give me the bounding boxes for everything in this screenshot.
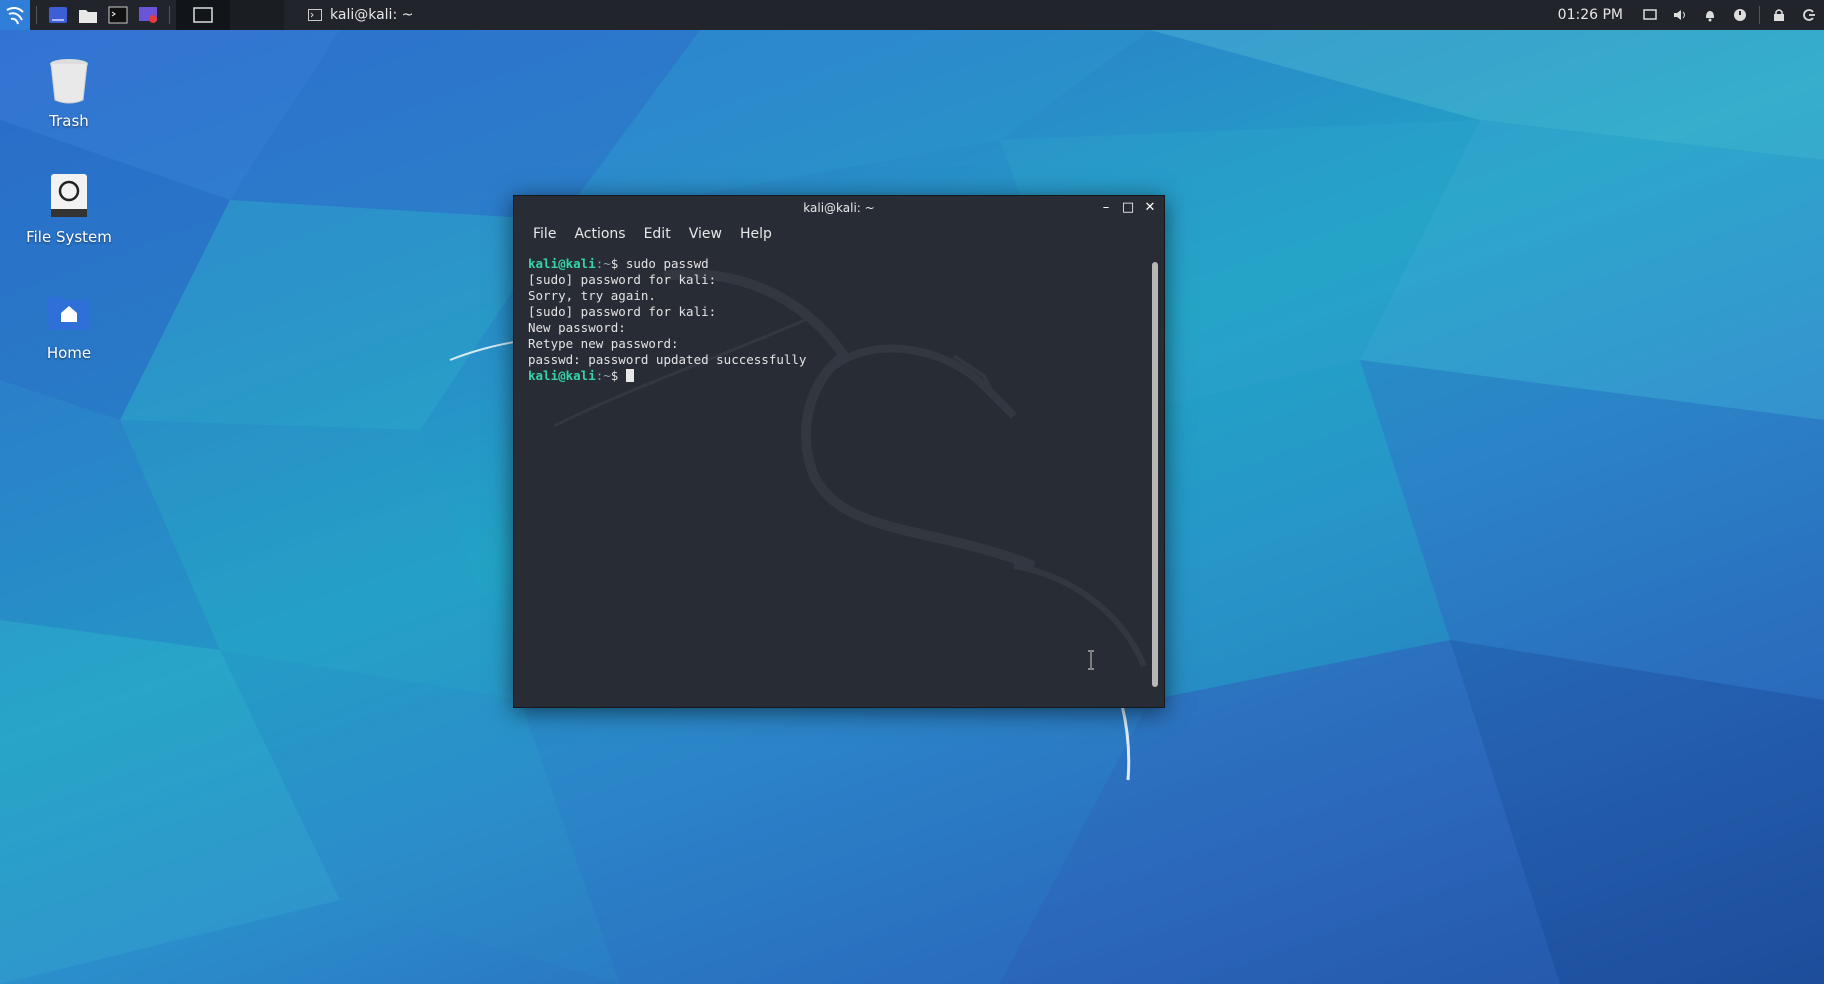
maximize-button[interactable]: □: [1120, 199, 1136, 215]
file-manager-launcher[interactable]: [75, 3, 101, 27]
folder-icon: [79, 10, 97, 23]
notification-bell-icon[interactable]: [1695, 0, 1725, 30]
terminal-line: New password:: [528, 320, 626, 335]
prompt-path: :~: [595, 256, 611, 271]
menu-file[interactable]: File: [524, 226, 565, 242]
window-controls: – □ ✕: [1098, 199, 1158, 215]
screen-recorder-launcher[interactable]: [135, 3, 161, 27]
terminal-output[interactable]: kali@kali:~$ sudo passwd [sudo] password …: [528, 256, 1140, 699]
logout-icon[interactable]: [1794, 0, 1824, 30]
taskbar-item-label: kali@kali: ~: [330, 7, 414, 23]
text-cursor: [625, 369, 634, 382]
tray-separator: [1759, 6, 1760, 24]
terminal-line: [sudo] password for kali:: [528, 272, 717, 287]
panel-separator: [36, 6, 37, 24]
kali-menu-button[interactable]: [0, 0, 30, 30]
home-folder-icon: [43, 286, 95, 338]
desktop-icon-label: File System: [26, 228, 112, 246]
desktop-icon-label: Trash: [49, 112, 89, 130]
volume-icon[interactable]: [1665, 0, 1695, 30]
terminal-line: [sudo] password for kali:: [528, 304, 717, 319]
taskbar-item-terminal[interactable]: kali@kali: ~: [298, 0, 423, 30]
workspace-2[interactable]: [230, 0, 284, 30]
command-text: sudo passwd: [625, 256, 709, 271]
terminal-line: kali@kali:~$ sudo passwd: [528, 256, 1140, 272]
workspace-1[interactable]: [176, 0, 230, 30]
terminal-menubar: File Actions Edit View Help: [514, 220, 1164, 248]
prompt-path: :~: [595, 368, 611, 383]
prompt-symbol: $: [610, 368, 626, 383]
clock[interactable]: 01:26 PM: [1558, 7, 1623, 23]
terminal-line: Retype new password:: [528, 336, 679, 351]
power-manager-icon[interactable]: [1725, 0, 1755, 30]
prompt-user: kali@kali: [528, 256, 596, 271]
terminal-line: kali@kali:~$: [528, 368, 1140, 384]
system-tray: 01:26 PM: [1558, 0, 1824, 30]
menu-actions[interactable]: Actions: [565, 226, 634, 242]
desktop-icon: [49, 7, 67, 23]
screenshot-icon: [139, 7, 157, 23]
window-titlebar[interactable]: kali@kali: ~ – □ ✕: [514, 196, 1164, 220]
scrollbar[interactable]: [1152, 262, 1158, 687]
terminal-line: Sorry, try again.: [528, 288, 656, 303]
terminal-launcher[interactable]: [105, 3, 131, 27]
terminal-icon: [108, 6, 128, 24]
panel-separator: [169, 6, 170, 24]
desktop-icon-file-system[interactable]: File System: [18, 170, 120, 246]
desktop-icon-label: Home: [46, 344, 92, 362]
prompt-symbol: $: [610, 256, 626, 271]
terminal-icon: [308, 9, 322, 21]
kali-logo-icon: [6, 6, 24, 25]
mouse-ibeam-cursor-icon: [1088, 650, 1094, 670]
window-title: kali@kali: ~: [803, 201, 875, 215]
desktop-icon-trash[interactable]: Trash: [18, 54, 120, 130]
desktop-icon-home[interactable]: Home: [18, 286, 120, 362]
minimize-button[interactable]: –: [1098, 199, 1114, 215]
top-panel: kali@kali: ~ 01:26 PM: [0, 0, 1824, 30]
menu-help[interactable]: Help: [731, 226, 781, 242]
trash-icon: [43, 54, 95, 106]
lock-icon[interactable]: [1764, 0, 1794, 30]
terminal-line: passwd: password updated successfully: [528, 352, 807, 367]
terminal-window[interactable]: kali@kali: ~ – □ ✕ File Actions Edit Vie…: [513, 195, 1165, 708]
close-button[interactable]: ✕: [1142, 199, 1158, 215]
show-desktop-launcher[interactable]: [45, 3, 71, 27]
drive-icon: [43, 170, 95, 222]
menu-edit[interactable]: Edit: [635, 226, 680, 242]
display-icon[interactable]: [1635, 0, 1665, 30]
menu-view[interactable]: View: [680, 226, 731, 242]
prompt-user: kali@kali: [528, 368, 596, 383]
window-thumbnail-icon: [193, 7, 213, 23]
